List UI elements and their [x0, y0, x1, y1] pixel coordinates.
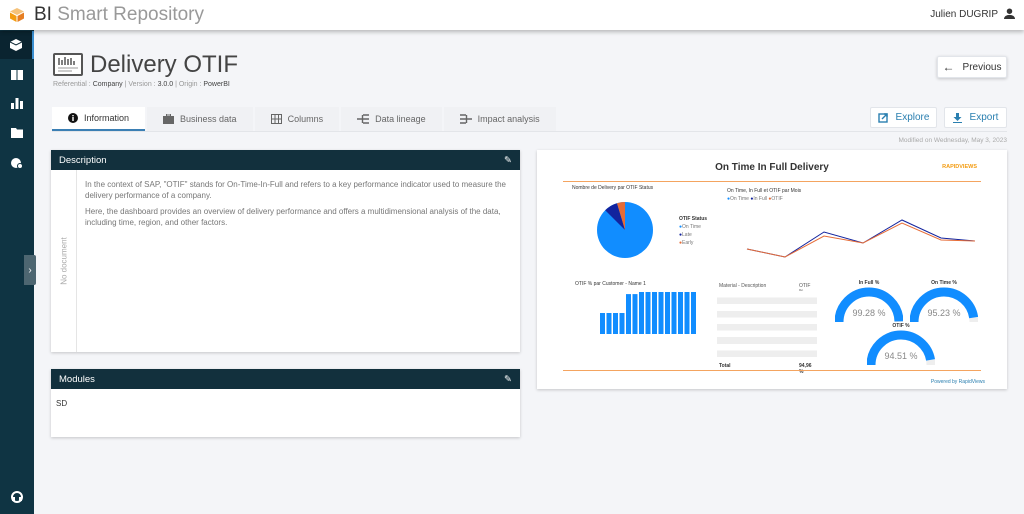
tab-information[interactable]: Information	[52, 107, 146, 131]
arrow-left-icon: ←	[942, 60, 955, 74]
pie-legend-title: OTIF Status	[679, 216, 708, 222]
bar	[613, 313, 618, 334]
logo-icon	[10, 8, 24, 22]
divider	[52, 131, 1007, 132]
material-table[interactable]	[717, 291, 817, 361]
gauge-value: 99.28 %	[852, 308, 886, 318]
powered-by: Powered by RapidViews	[930, 379, 985, 385]
bar	[678, 292, 683, 334]
tab-bar: Information Business data Columns Data l…	[52, 107, 558, 131]
info-icon	[68, 113, 78, 123]
gauge-arc	[910, 287, 978, 323]
bar-chart	[600, 292, 696, 334]
bar	[658, 292, 664, 334]
book-icon	[11, 69, 23, 80]
line-legend: ●On Time ●In Full ●OTIF	[727, 196, 783, 202]
export-button[interactable]: Export	[944, 107, 1007, 128]
gauge-1: On Time % 95.23 %	[910, 280, 978, 324]
briefcase-icon	[163, 114, 175, 124]
tab-data-lineage[interactable]: Data lineage	[341, 107, 442, 131]
edit-modules-icon[interactable]: ✎	[504, 374, 512, 385]
bar	[600, 313, 605, 334]
line-chart-title: On Time, In Full et OTIF par Mois	[727, 188, 802, 194]
tab-impact-analysis[interactable]: Impact analysis	[443, 107, 556, 131]
bar	[632, 294, 638, 334]
gauge-arc	[835, 287, 903, 323]
gauge-2: OTIF % 94.51 %	[867, 323, 935, 367]
divider	[563, 181, 981, 182]
bar	[671, 292, 677, 334]
bar	[645, 292, 651, 334]
dashboard-title: On Time In Full Delivery	[715, 162, 829, 173]
impact-icon	[459, 114, 472, 124]
description-header: Description	[59, 154, 107, 166]
open-external-icon	[877, 112, 888, 123]
cloud-settings-icon	[11, 157, 23, 169]
line-otif	[746, 222, 976, 258]
sidebar-item-folders[interactable]	[0, 119, 34, 147]
bar	[652, 292, 657, 334]
bar	[684, 292, 690, 334]
bar-chart-title: OTIF % par Customer - Name 1	[575, 281, 646, 287]
edit-description-icon[interactable]: ✎	[504, 155, 512, 166]
bar	[691, 292, 696, 334]
description-text: In the context of SAP, "OTIF" stands for…	[85, 180, 506, 227]
no-document-strip: No document	[51, 170, 77, 352]
cube-icon	[10, 39, 22, 51]
page-title: Delivery OTIF	[90, 51, 239, 78]
tab-business-data[interactable]: Business data	[147, 107, 253, 131]
gauge-0: In Full % 99.28 %	[835, 280, 903, 324]
bar	[619, 313, 625, 334]
user-icon[interactable]	[1004, 8, 1015, 19]
modules-panel: Modules ✎ SD	[51, 369, 520, 437]
table-total: Total 94,96 %	[719, 363, 812, 375]
user-name[interactable]: Julien DUGRIP	[930, 9, 998, 20]
line-chart	[746, 219, 976, 258]
gauge-value: 94.51 %	[884, 351, 918, 361]
grid-icon	[270, 114, 282, 124]
table-header: Material - DescriptionOTIF %	[719, 283, 811, 295]
sidebar-item-glossary[interactable]	[0, 60, 34, 88]
dashboard-preview[interactable]: On Time In Full Delivery RAPIDVIEWS Nomb…	[537, 150, 1007, 389]
support-icon	[11, 491, 23, 503]
pie-title: Nombre de Delivery par OTIF Status	[572, 185, 654, 191]
bar	[665, 292, 670, 334]
app-title: BI Smart Repository	[34, 4, 204, 25]
chart-icon	[11, 97, 23, 109]
top-bar: BI Smart Repository Julien DUGRIP	[0, 0, 1024, 30]
module-value: SD	[56, 399, 68, 408]
line-in-full	[746, 219, 976, 258]
tab-columns[interactable]: Columns	[254, 107, 340, 131]
download-icon	[952, 112, 962, 123]
pie-legend-early: ●Early	[679, 240, 694, 246]
bar	[626, 294, 631, 334]
description-panel: Description ✎ No document In the context …	[51, 150, 520, 352]
folder-icon	[11, 128, 23, 138]
modules-header: Modules	[59, 373, 95, 385]
sidebar-expand-button[interactable]: ›	[24, 255, 36, 285]
report-type-icon	[53, 53, 83, 76]
bar	[639, 292, 644, 334]
sidebar-item-reports[interactable]	[0, 89, 34, 117]
brand-logo: RAPIDVIEWS	[942, 164, 977, 170]
pie-legend-late: ●Late	[679, 232, 692, 238]
gauge-value: 95.23 %	[927, 308, 961, 318]
explore-button[interactable]: Explore	[870, 107, 937, 128]
sidebar-item-repository[interactable]	[0, 31, 34, 59]
pie-chart	[597, 202, 653, 258]
report-metadata: Referential : Company | Version : 3.0.0 …	[53, 81, 230, 88]
lineage-icon	[357, 114, 370, 124]
modified-date: Modified on Wednesday, May 3, 2023	[898, 137, 1007, 144]
previous-button[interactable]: ← Previous	[937, 56, 1007, 78]
sidebar-item-support[interactable]	[0, 483, 34, 511]
bar	[606, 313, 612, 334]
divider	[563, 370, 981, 371]
sidebar-item-settings[interactable]	[0, 149, 34, 177]
pie-legend-on-time: ●On Time	[679, 224, 701, 230]
gauge-arc	[867, 330, 935, 366]
